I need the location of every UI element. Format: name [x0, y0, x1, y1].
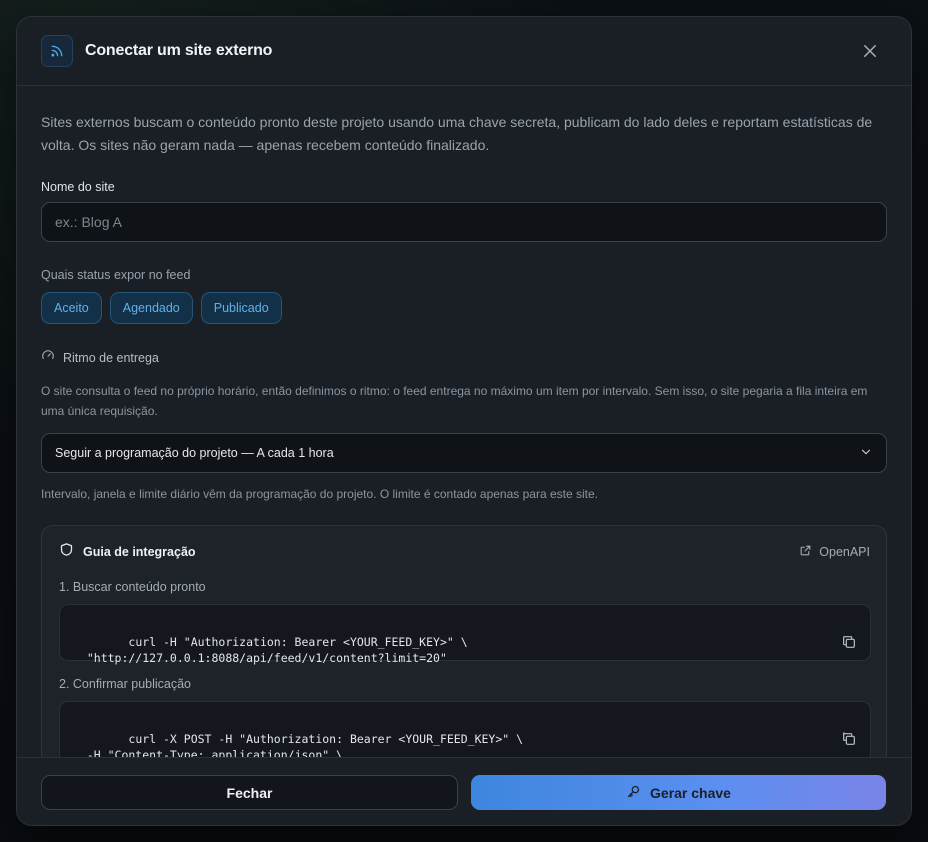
openapi-label: OpenAPI — [819, 545, 870, 559]
generate-key-button[interactable]: Gerar chave — [471, 775, 886, 810]
copy-icon[interactable] — [772, 618, 857, 670]
shield-icon — [59, 542, 74, 562]
rhythm-description: O site consulta o feed no próprio horári… — [41, 384, 868, 418]
openapi-link[interactable]: OpenAPI — [799, 544, 870, 560]
code-block-fetch: curl -H "Authorization: Bearer <YOUR_FEE… — [59, 604, 871, 665]
status-chips: Aceito Agendado Publicado — [41, 292, 887, 324]
status-label: Quais status expor no feed — [41, 268, 191, 282]
step-1-title: 1. Buscar conteúdo pronto — [59, 580, 206, 594]
guide-title: Guia de integração — [83, 545, 196, 559]
status-chip-agendado[interactable]: Agendado — [109, 292, 193, 324]
generate-key-label: Gerar chave — [650, 784, 731, 801]
key-icon — [626, 784, 641, 802]
copy-icon[interactable] — [772, 715, 857, 757]
step-2-title: 2. Confirmar publicação — [59, 677, 192, 691]
status-chip-aceito[interactable]: Aceito — [41, 292, 102, 324]
site-name-placeholder: ex.: Blog A — [55, 214, 122, 230]
integration-guide: Guia de integração OpenAPI 1. Buscar con… — [41, 525, 887, 757]
rhythm-label: Ritmo de entrega — [63, 350, 159, 365]
rss-icon — [41, 35, 73, 67]
guide-header: Guia de integração OpenAPI — [59, 542, 870, 562]
guide-title-group: Guia de integração — [59, 542, 196, 562]
close-button[interactable]: Fechar — [41, 775, 458, 810]
dialog-body[interactable]: Sites externos buscam o conteúdo pronto … — [17, 87, 911, 757]
dialog-header: Conectar um site externo — [17, 17, 911, 86]
close-icon[interactable] — [861, 42, 879, 60]
code-block-confirm: curl -X POST -H "Authorization: Bearer <… — [59, 701, 871, 757]
external-link-icon — [799, 544, 812, 560]
status-chip-publicado[interactable]: Publicado — [200, 292, 282, 324]
gauge-icon — [41, 348, 55, 367]
code-fetch-text: curl -H "Authorization: Bearer <YOUR_FEE… — [86, 635, 468, 665]
site-name-input[interactable]: ex.: Blog A — [41, 202, 887, 242]
dialog-title: Conectar um site externo — [85, 42, 273, 59]
chevron-down-icon — [859, 445, 873, 462]
rhythm-select[interactable]: Seguir a programação do projeto — A cada… — [41, 433, 887, 473]
connect-site-dialog: Conectar um site externo Sites externos … — [16, 16, 912, 826]
rhythm-select-value: Seguir a programação do projeto — A cada… — [55, 446, 334, 460]
rhythm-heading: Ritmo de entrega — [41, 348, 887, 367]
rhythm-hint: Intervalo, janela e limite diário vêm da… — [41, 487, 598, 501]
code-confirm-text: curl -X POST -H "Authorization: Bearer <… — [86, 732, 524, 757]
intro-text: Sites externos buscam o conteúdo pronto … — [41, 114, 873, 153]
dialog-footer: Fechar Gerar chave — [17, 757, 911, 825]
site-name-label: Nome do site — [41, 180, 115, 194]
